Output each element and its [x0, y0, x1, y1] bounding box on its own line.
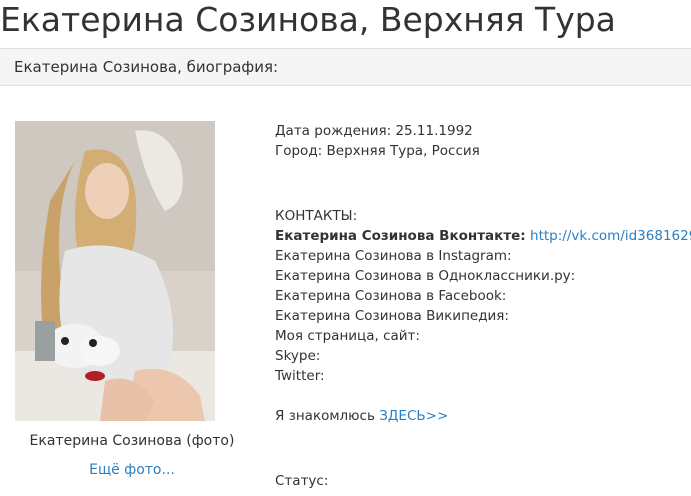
contacts-heading: КОНТАКТЫ: [275, 208, 358, 224]
dating-row: Я знакомлюсь ЗДЕСЬ>> [275, 406, 448, 426]
site-row: Моя страница, сайт: [275, 328, 420, 344]
more-photos-link[interactable]: Ещё фото... [15, 462, 249, 478]
bio-heading: Екатерина Созинова, биография: [14, 58, 279, 76]
vk-link[interactable]: http://vk.com/id36816296 [530, 228, 691, 244]
dating-text: Я знакомлюсь [275, 408, 375, 424]
wikipedia-row: Екатерина Созинова Википедия: [275, 308, 509, 324]
birth-date-value: 25.11.1992 [395, 123, 473, 139]
vk-row: Екатерина Созинова Вконтакте: http://vk.… [275, 226, 691, 246]
skype-row: Skype: [275, 348, 321, 364]
dating-link[interactable]: ЗДЕСЬ>> [379, 408, 448, 424]
twitter-row: Twitter: [275, 368, 325, 384]
photo-caption: Екатерина Созинова (фото) [29, 433, 235, 449]
facebook-row: Екатерина Созинова в Facebook: [275, 288, 507, 304]
status-label: Статус: [275, 473, 329, 489]
city-value: Верхняя Тура, Россия [326, 143, 480, 159]
birth-date-label: Дата рождения: [275, 123, 392, 139]
instagram-row: Екатерина Созинова в Instagram: [275, 248, 512, 264]
birth-date-row: Дата рождения: 25.11.1992 [275, 121, 473, 141]
page-title: Екатерина Созинова, Верхняя Тура [0, 0, 616, 39]
bio-heading-bar: Екатерина Созинова, биография: [0, 48, 691, 86]
odnoklassniki-row: Екатерина Созинова в Одноклассники.ру: [275, 268, 576, 284]
city-label: Город: [275, 143, 323, 159]
profile-photo-image [15, 121, 215, 421]
city-row: Город: Верхняя Тура, Россия [275, 141, 480, 161]
profile-photo[interactable] [15, 121, 215, 421]
vk-label: Екатерина Созинова Вконтакте: [275, 228, 526, 244]
